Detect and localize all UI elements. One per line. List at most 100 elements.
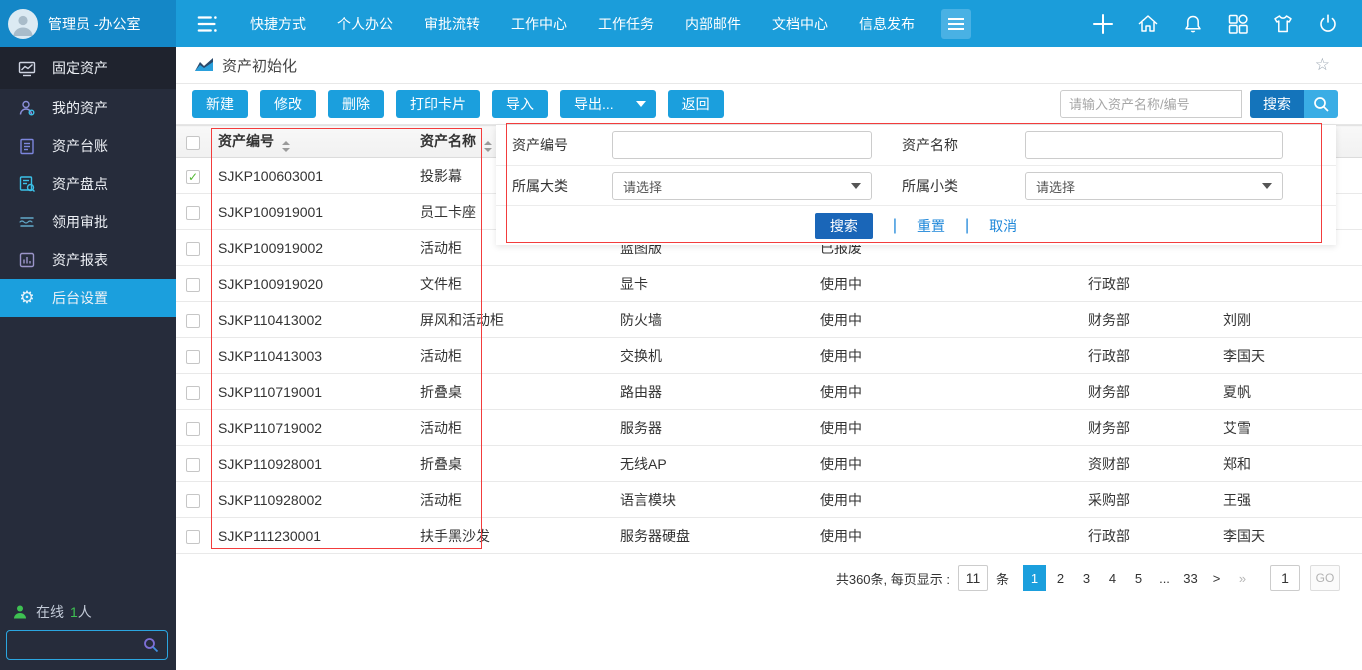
- row-checkbox[interactable]: [186, 422, 200, 436]
- page-button[interactable]: 1: [1023, 565, 1046, 591]
- favorite-star-icon[interactable]: ☆: [1315, 55, 1330, 75]
- row-checkbox[interactable]: [186, 242, 200, 256]
- cell-asset-code: SJKP110413003: [210, 338, 412, 374]
- row-checkbox[interactable]: ✓: [186, 170, 200, 184]
- table-row[interactable]: SJKP110413003 活动柜 交换机 使用中 行政部 李国天: [176, 338, 1362, 374]
- home-icon[interactable]: [1136, 12, 1160, 36]
- select-all-checkbox[interactable]: [186, 136, 200, 150]
- chevron-down-icon: [1262, 183, 1272, 189]
- import-button[interactable]: 导入: [492, 90, 548, 118]
- cell-item-name: 服务器: [612, 410, 812, 446]
- toolbar: 新建 修改 删除 打印卡片 导入 导出... 返回 搜索: [176, 84, 1362, 125]
- nav-item[interactable]: 内部邮件: [685, 14, 741, 34]
- new-button[interactable]: 新建: [192, 90, 248, 118]
- table-row[interactable]: SJKP110928001 折叠桌 无线AP 使用中 资财部 郑和: [176, 446, 1362, 482]
- asset-code-input[interactable]: [612, 131, 872, 159]
- nav-item[interactable]: 个人办公: [337, 14, 393, 34]
- cancel-link[interactable]: 取消: [989, 216, 1017, 236]
- major-category-label: 所属大类: [512, 176, 568, 196]
- collapse-sidebar-icon[interactable]: [196, 12, 220, 36]
- row-checkbox[interactable]: [186, 386, 200, 400]
- table-row[interactable]: SJKP110719002 活动柜 服务器 使用中 财务部 艾雪: [176, 410, 1362, 446]
- sidebar-item-asset-inventory[interactable]: 资产盘点: [0, 165, 176, 203]
- power-icon[interactable]: [1316, 12, 1340, 36]
- page-button[interactable]: 3: [1075, 565, 1098, 591]
- topbar-nav: 快捷方式 个人办公 审批流转 工作中心 工作任务 内部邮件 文档中心 信息发布: [250, 14, 915, 34]
- apps-grid-icon[interactable]: [1226, 12, 1250, 36]
- user-brand[interactable]: 管理员 -办公室: [0, 0, 176, 47]
- asset-name-input[interactable]: [1025, 131, 1283, 159]
- search-magnifier-button[interactable]: [1304, 90, 1338, 118]
- sidebar-item-requisition-approval[interactable]: 领用审批: [0, 203, 176, 241]
- sidebar-item-asset-ledger[interactable]: 资产台账: [0, 127, 176, 165]
- row-checkbox[interactable]: [186, 530, 200, 544]
- table-row[interactable]: SJKP110928002 活动柜 语言模块 使用中 采购部 王强: [176, 482, 1362, 518]
- quick-search-button[interactable]: 搜索: [1250, 90, 1304, 118]
- reset-link[interactable]: 重置: [917, 216, 945, 236]
- sidebar-search-input[interactable]: [7, 638, 143, 653]
- nav-item[interactable]: 工作任务: [598, 14, 654, 34]
- back-button[interactable]: 返回: [668, 90, 724, 118]
- nav-item[interactable]: 快捷方式: [250, 14, 306, 34]
- nav-item[interactable]: 文档中心: [772, 14, 828, 34]
- edit-button[interactable]: 修改: [260, 90, 316, 118]
- sort-arrows-icon[interactable]: [282, 141, 290, 152]
- apps-menu-button[interactable]: [941, 9, 971, 39]
- cell-asset-code: SJKP110413002: [210, 302, 412, 338]
- asset-code-label: 资产编号: [512, 135, 568, 155]
- cell-asset-name: 屏风和活动柜: [412, 302, 612, 338]
- sidebar-item-my-assets[interactable]: 我的资产: [0, 89, 176, 127]
- asset-board-icon: [18, 59, 36, 77]
- sidebar-item-backend-settings[interactable]: ⚙ 后台设置: [0, 279, 176, 317]
- delete-button[interactable]: 删除: [328, 90, 384, 118]
- row-checkbox[interactable]: [186, 206, 200, 220]
- cell-asset-name: 扶手黑沙发: [412, 518, 612, 554]
- page-size-input[interactable]: [958, 565, 988, 591]
- notifications-bell-icon[interactable]: [1181, 12, 1205, 36]
- table-row[interactable]: SJKP111230001 扶手黑沙发 服务器硬盘 使用中 行政部 李国天: [176, 518, 1362, 554]
- row-checkbox[interactable]: [186, 494, 200, 508]
- nav-item[interactable]: 审批流转: [424, 14, 480, 34]
- sidebar-item-asset-reports[interactable]: 资产报表: [0, 241, 176, 279]
- page-button[interactable]: 4: [1101, 565, 1124, 591]
- cell-status: 使用中: [812, 410, 1080, 446]
- pagination-total-label: 共360条, 每页显示 :: [836, 569, 950, 588]
- panel-search-button[interactable]: 搜索: [815, 213, 873, 239]
- chevron-down-icon: [851, 183, 861, 189]
- table-row[interactable]: SJKP110719001 折叠桌 路由器 使用中 财务部 夏帆: [176, 374, 1362, 410]
- add-icon[interactable]: [1091, 12, 1115, 36]
- page-button[interactable]: »: [1231, 565, 1254, 591]
- go-button[interactable]: GO: [1310, 565, 1340, 591]
- cell-status: 使用中: [812, 266, 1080, 302]
- row-checkbox[interactable]: [186, 350, 200, 364]
- export-dropdown-button[interactable]: 导出...: [560, 90, 656, 118]
- table-row[interactable]: SJKP100919020 文件柜 显卡 使用中 行政部: [176, 266, 1362, 302]
- print-card-button[interactable]: 打印卡片: [396, 90, 480, 118]
- page-button[interactable]: 5: [1127, 565, 1150, 591]
- cell-asset-name: 活动柜: [412, 338, 612, 374]
- search-icon[interactable]: [143, 637, 159, 653]
- theme-shirt-icon[interactable]: [1271, 12, 1295, 36]
- sort-arrows-icon[interactable]: [484, 141, 492, 152]
- sidebar-item-fixed-assets[interactable]: 固定资产: [0, 47, 176, 89]
- page-button[interactable]: 2: [1049, 565, 1072, 591]
- search-panel-row-2: 所属大类 请选择 所属小类 请选择: [496, 165, 1336, 205]
- goto-page-input[interactable]: [1270, 565, 1300, 591]
- major-category-select[interactable]: 请选择: [612, 172, 872, 200]
- row-checkbox[interactable]: [186, 278, 200, 292]
- row-checkbox[interactable]: [186, 458, 200, 472]
- cell-user: 李国天: [1215, 338, 1362, 374]
- row-checkbox[interactable]: [186, 314, 200, 328]
- sidebar-item-label: 资产盘点: [52, 174, 108, 194]
- table-row[interactable]: SJKP110413002 屏风和活动柜 防火墙 使用中 财务部 刘刚: [176, 302, 1362, 338]
- quick-search-input[interactable]: [1060, 90, 1242, 118]
- column-header-asset-code[interactable]: 资产编号: [210, 126, 412, 158]
- nav-item[interactable]: 工作中心: [511, 14, 567, 34]
- nav-item[interactable]: 信息发布: [859, 14, 915, 34]
- page-button[interactable]: >: [1205, 565, 1228, 591]
- cell-item-name: 显卡: [612, 266, 812, 302]
- cell-user: 李国天: [1215, 518, 1362, 554]
- page-button[interactable]: ...: [1153, 565, 1176, 591]
- minor-category-select[interactable]: 请选择: [1025, 172, 1283, 200]
- page-button[interactable]: 33: [1179, 565, 1202, 591]
